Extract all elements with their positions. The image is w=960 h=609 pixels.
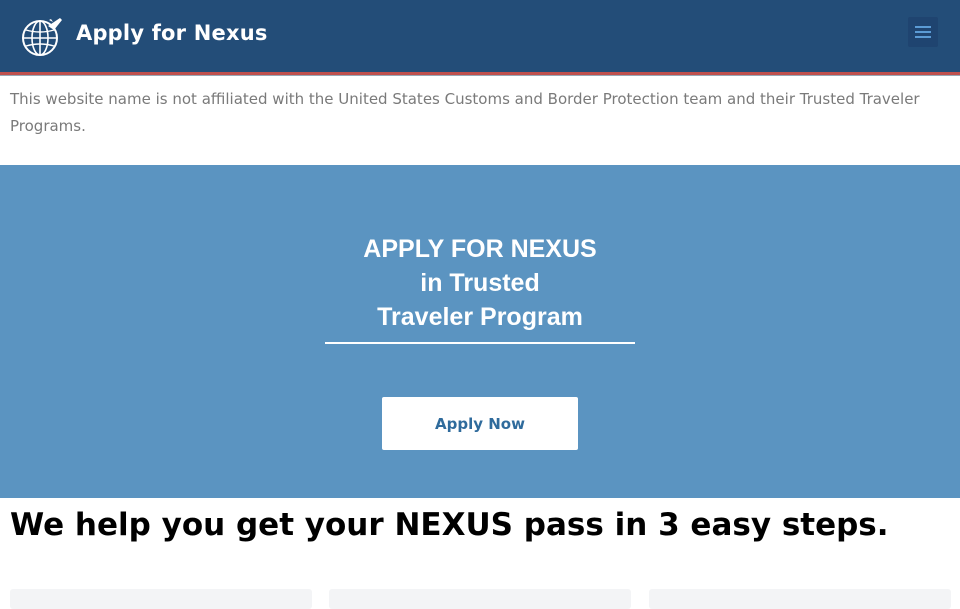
hamburger-menu-icon[interactable] bbox=[908, 17, 938, 47]
site-header: Apply for Nexus bbox=[0, 0, 960, 72]
hero-title-line: Traveler Program bbox=[377, 303, 583, 331]
hero-divider bbox=[325, 342, 635, 344]
divider bbox=[0, 75, 960, 76]
step-card[interactable] bbox=[10, 589, 312, 609]
hero-title-line: APPLY FOR NEXUS bbox=[363, 235, 597, 263]
disclaimer-text: This website name is not affiliated with… bbox=[10, 90, 920, 135]
hero-title-line: in Trusted bbox=[420, 269, 540, 297]
hero-title: APPLY FOR NEXUS in Trusted Traveler Prog… bbox=[280, 232, 680, 334]
menu-bar bbox=[915, 26, 931, 28]
step-card[interactable] bbox=[329, 589, 631, 609]
menu-bar bbox=[915, 36, 931, 38]
site-title[interactable]: Apply for Nexus bbox=[76, 21, 268, 45]
apply-now-button[interactable]: Apply Now bbox=[382, 397, 578, 450]
menu-bar bbox=[915, 31, 931, 33]
step-card[interactable] bbox=[649, 589, 951, 609]
globe-airplane-icon[interactable] bbox=[20, 14, 64, 58]
steps-heading: We help you get your NEXUS pass in 3 eas… bbox=[10, 507, 889, 543]
